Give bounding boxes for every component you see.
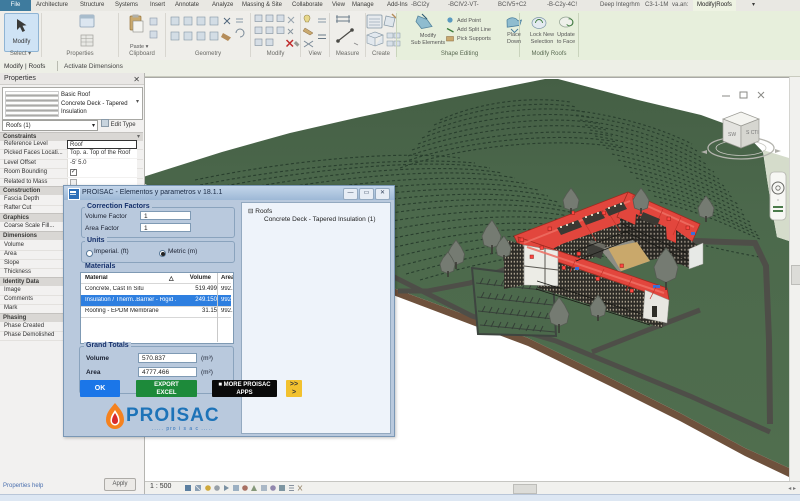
svg-text:S СТІ: S СТІ: [746, 130, 759, 136]
svg-text:SW: SW: [728, 132, 736, 138]
